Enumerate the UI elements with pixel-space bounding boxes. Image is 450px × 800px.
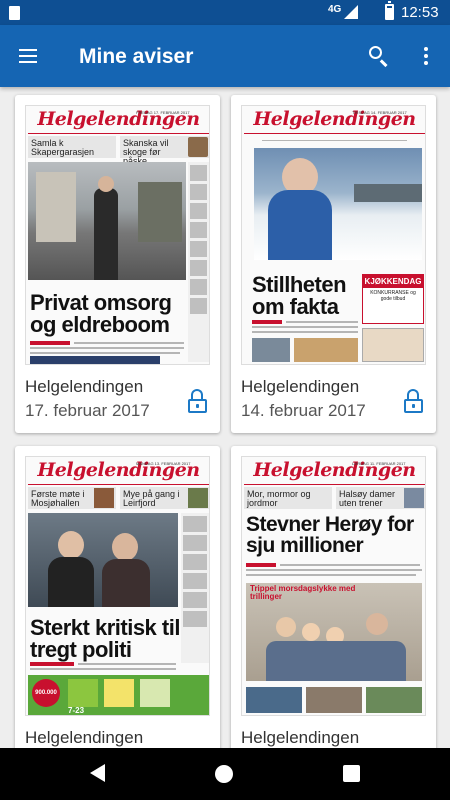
cover-teaser: Samla k Skapergarasjen (31, 138, 95, 157)
network-type: 4G (328, 4, 342, 15)
cover-thumb (306, 687, 362, 713)
cover-main-photo (254, 148, 422, 260)
lock-icon[interactable] (185, 387, 211, 413)
edition-card[interactable]: Helgelendingen TIRSDAG 14. FEBRUAR 2017 … (231, 95, 436, 433)
cover-main-photo: Trippel morsdagslykke med trillinger (246, 583, 422, 681)
cover-subhead: Trippel morsdagslykke med trillinger (250, 584, 356, 601)
edition-name: Helgelendingen (25, 377, 144, 396)
masthead-rule (28, 133, 209, 134)
cover-thumb (366, 687, 422, 713)
cover-main-photo (28, 513, 178, 607)
cover-sidebar (188, 162, 209, 362)
page-title: Mine aviser (79, 45, 194, 68)
status-bar: 4G 12:53 (0, 0, 450, 25)
cover-headline: Stevner Herøy for sju millioner (246, 513, 414, 557)
teaser-photo (188, 137, 208, 157)
cover-teaser: Første møte i Mosjøhallen (31, 489, 85, 508)
cover-banner (30, 356, 160, 364)
home-icon[interactable] (215, 765, 233, 783)
ad-price: 900.000 (32, 679, 60, 707)
navigation-bar (0, 748, 450, 800)
masthead-rule (244, 484, 425, 485)
clock: 12:53 (401, 4, 439, 21)
cover-kicker-bar (252, 320, 282, 324)
cover-teaser-strip: Samla k Skapergarasjen Skanska vil skoge… (28, 136, 209, 166)
cover-kicker-bar (30, 341, 70, 345)
cover-main-photo (28, 162, 186, 280)
cover-sidebar (181, 513, 209, 663)
edition-card[interactable]: Helgelendingen MANDAG 13. FEBRUAR 2017 F… (15, 446, 220, 776)
sim-card-icon (9, 6, 20, 20)
cover-dateline: TIRSDAG 14. FEBRUAR 2017 (352, 110, 407, 115)
battery-icon (385, 1, 394, 20)
edition-card[interactable]: Helgelendingen LØRDAG 11. FEBRUAR 2017 M… (231, 446, 436, 776)
cover-thumb (294, 338, 358, 362)
newspaper-cover[interactable]: Helgelendingen LØRDAG 11. FEBRUAR 2017 M… (241, 456, 426, 716)
teaser-photo (188, 488, 208, 508)
cover-ad: 900.000 7-23 (28, 675, 209, 715)
edition-name: Helgelendingen (25, 728, 144, 747)
cover-teaser-strip: Mor, mormor og jordmor Halsøy damer uten… (244, 487, 425, 509)
cover-teaser-strip: Første møte i Mosjøhallen Mye på gang i … (28, 487, 209, 509)
teaser-photo (94, 488, 114, 508)
cover-teaser: Mye på gang i Leirfjord (123, 489, 180, 508)
cover-dateline: FREDAG 17. FEBRUAR 2017 (136, 110, 190, 115)
teaser-photo (404, 488, 424, 508)
search-icon[interactable] (366, 43, 392, 69)
more-vert-icon[interactable] (418, 43, 434, 69)
ad-title: KJØKKENDAG (363, 275, 423, 288)
ad-subtitle: KONKURRANSE og gode tilbud (370, 290, 416, 302)
cover-thumb (246, 687, 302, 713)
cover-thumb (252, 338, 290, 362)
masthead-rule (28, 484, 209, 485)
signal-icon (344, 5, 358, 19)
cover-ad-box (362, 328, 424, 362)
cover-teaser: Mor, mormor og jordmor (247, 489, 311, 508)
menu-icon[interactable] (14, 43, 42, 69)
ad-week: 7-23 (68, 706, 85, 715)
app-bar: Mine aviser (0, 25, 450, 87)
cover-ad: KJØKKENDAG KONKURRANSE og gode tilbud (362, 274, 424, 324)
newspaper-cover[interactable]: Helgelendingen TIRSDAG 14. FEBRUAR 2017 … (241, 105, 426, 365)
cover-headline: Privat omsorg og eldreboom (30, 290, 172, 337)
cover-kicker-bar (246, 563, 276, 567)
back-icon[interactable] (90, 764, 105, 782)
newspaper-cover[interactable]: Helgelendingen MANDAG 13. FEBRUAR 2017 F… (25, 456, 210, 716)
cover-headline: Stillheten om fakta (252, 272, 347, 319)
cover-dateline: LØRDAG 11. FEBRUAR 2017 (352, 461, 406, 466)
cover-dateline: MANDAG 13. FEBRUAR 2017 (136, 461, 191, 466)
lock-icon[interactable] (401, 387, 427, 413)
edition-card[interactable]: Helgelendingen FREDAG 17. FEBRUAR 2017 S… (15, 95, 220, 433)
edition-date: 14. februar 2017 (241, 401, 366, 420)
recent-apps-icon[interactable] (343, 765, 360, 782)
cover-headline: Sterkt kritisk til tregt politi (30, 615, 180, 662)
cover-teaser: Halsøy damer uten trener (339, 489, 396, 508)
cover-kicker-bar (30, 662, 74, 666)
edition-name: Helgelendingen (241, 377, 360, 396)
edition-name: Helgelendingen (241, 728, 360, 747)
edition-date: 17. februar 2017 (25, 401, 150, 420)
masthead-rule (244, 133, 425, 134)
newspaper-cover[interactable]: Helgelendingen FREDAG 17. FEBRUAR 2017 S… (25, 105, 210, 365)
